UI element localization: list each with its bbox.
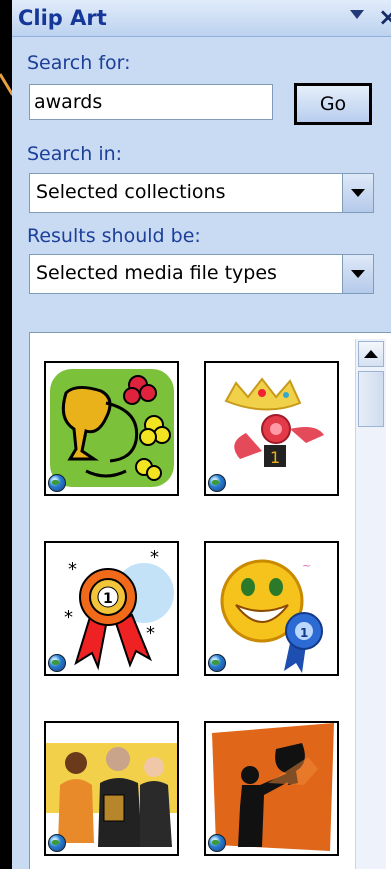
scrollbar-thumb[interactable]: [358, 371, 384, 427]
globe-icon: [208, 654, 226, 672]
search-in-value: Selected collections: [36, 181, 226, 203]
svg-text:*: *: [68, 559, 77, 580]
silhouette-raising-trophy-icon: [212, 723, 334, 851]
search-for-label: Search for:: [27, 52, 131, 74]
smiley-ribbon-clip[interactable]: 1 ~: [204, 541, 339, 676]
go-button[interactable]: Go: [294, 83, 372, 125]
chevron-up-icon: [364, 350, 378, 358]
pane-menu-arrow-icon[interactable]: [350, 10, 364, 19]
clip-art-task-pane: Clip Art × Search for: awards Go Search …: [12, 0, 391, 869]
results-scrollbar[interactable]: [355, 339, 386, 869]
trophy-flowers-icon: [50, 369, 174, 487]
chevron-down-icon: [351, 270, 365, 278]
task-pane-titlebar: Clip Art ×: [12, 0, 391, 37]
globe-icon: [208, 834, 226, 852]
results-type-value: Selected media file types: [36, 262, 277, 284]
search-in-dropdown-button[interactable]: [342, 174, 373, 212]
crown-ribbon-first-icon: 1: [224, 377, 324, 467]
results-type-dropdown[interactable]: Selected media file types: [29, 254, 374, 294]
trophy-clip-1[interactable]: [44, 361, 179, 496]
people-award-clip[interactable]: [44, 721, 179, 856]
svg-text:*: *: [64, 607, 73, 628]
pane-title: Clip Art: [18, 6, 107, 30]
globe-icon: [48, 474, 66, 492]
svg-text:*: *: [146, 623, 155, 644]
trophy-silhouette-clip[interactable]: [204, 721, 339, 856]
globe-icon: [48, 834, 66, 852]
results-type-dropdown-button[interactable]: [342, 255, 373, 293]
globe-icon: [48, 654, 66, 672]
svg-text:1: 1: [300, 626, 308, 640]
results-should-be-label: Results should be:: [27, 225, 201, 247]
svg-text:1: 1: [103, 591, 113, 607]
scroll-up-button[interactable]: [358, 341, 384, 367]
rosette-1-icon: 1 * * * *: [64, 547, 174, 671]
first-place-rosette-clip[interactable]: 1 * * * *: [44, 541, 179, 676]
search-input[interactable]: awards: [29, 84, 273, 120]
chevron-down-icon: [351, 189, 365, 197]
globe-icon: [208, 474, 226, 492]
results-list: 1 1 * * * * 1 ~: [29, 332, 391, 869]
search-in-dropdown[interactable]: Selected collections: [29, 173, 374, 213]
svg-text:*: *: [150, 547, 159, 568]
svg-text:1: 1: [270, 448, 280, 467]
people-presenting-award-icon: [46, 743, 177, 847]
svg-text:~: ~: [302, 559, 311, 572]
search-in-label: Search in:: [27, 143, 123, 165]
close-icon[interactable]: ×: [378, 3, 391, 31]
crown-ribbon-clip[interactable]: 1: [204, 361, 339, 496]
smiley-blue-ribbon-icon: 1 ~: [220, 559, 323, 673]
